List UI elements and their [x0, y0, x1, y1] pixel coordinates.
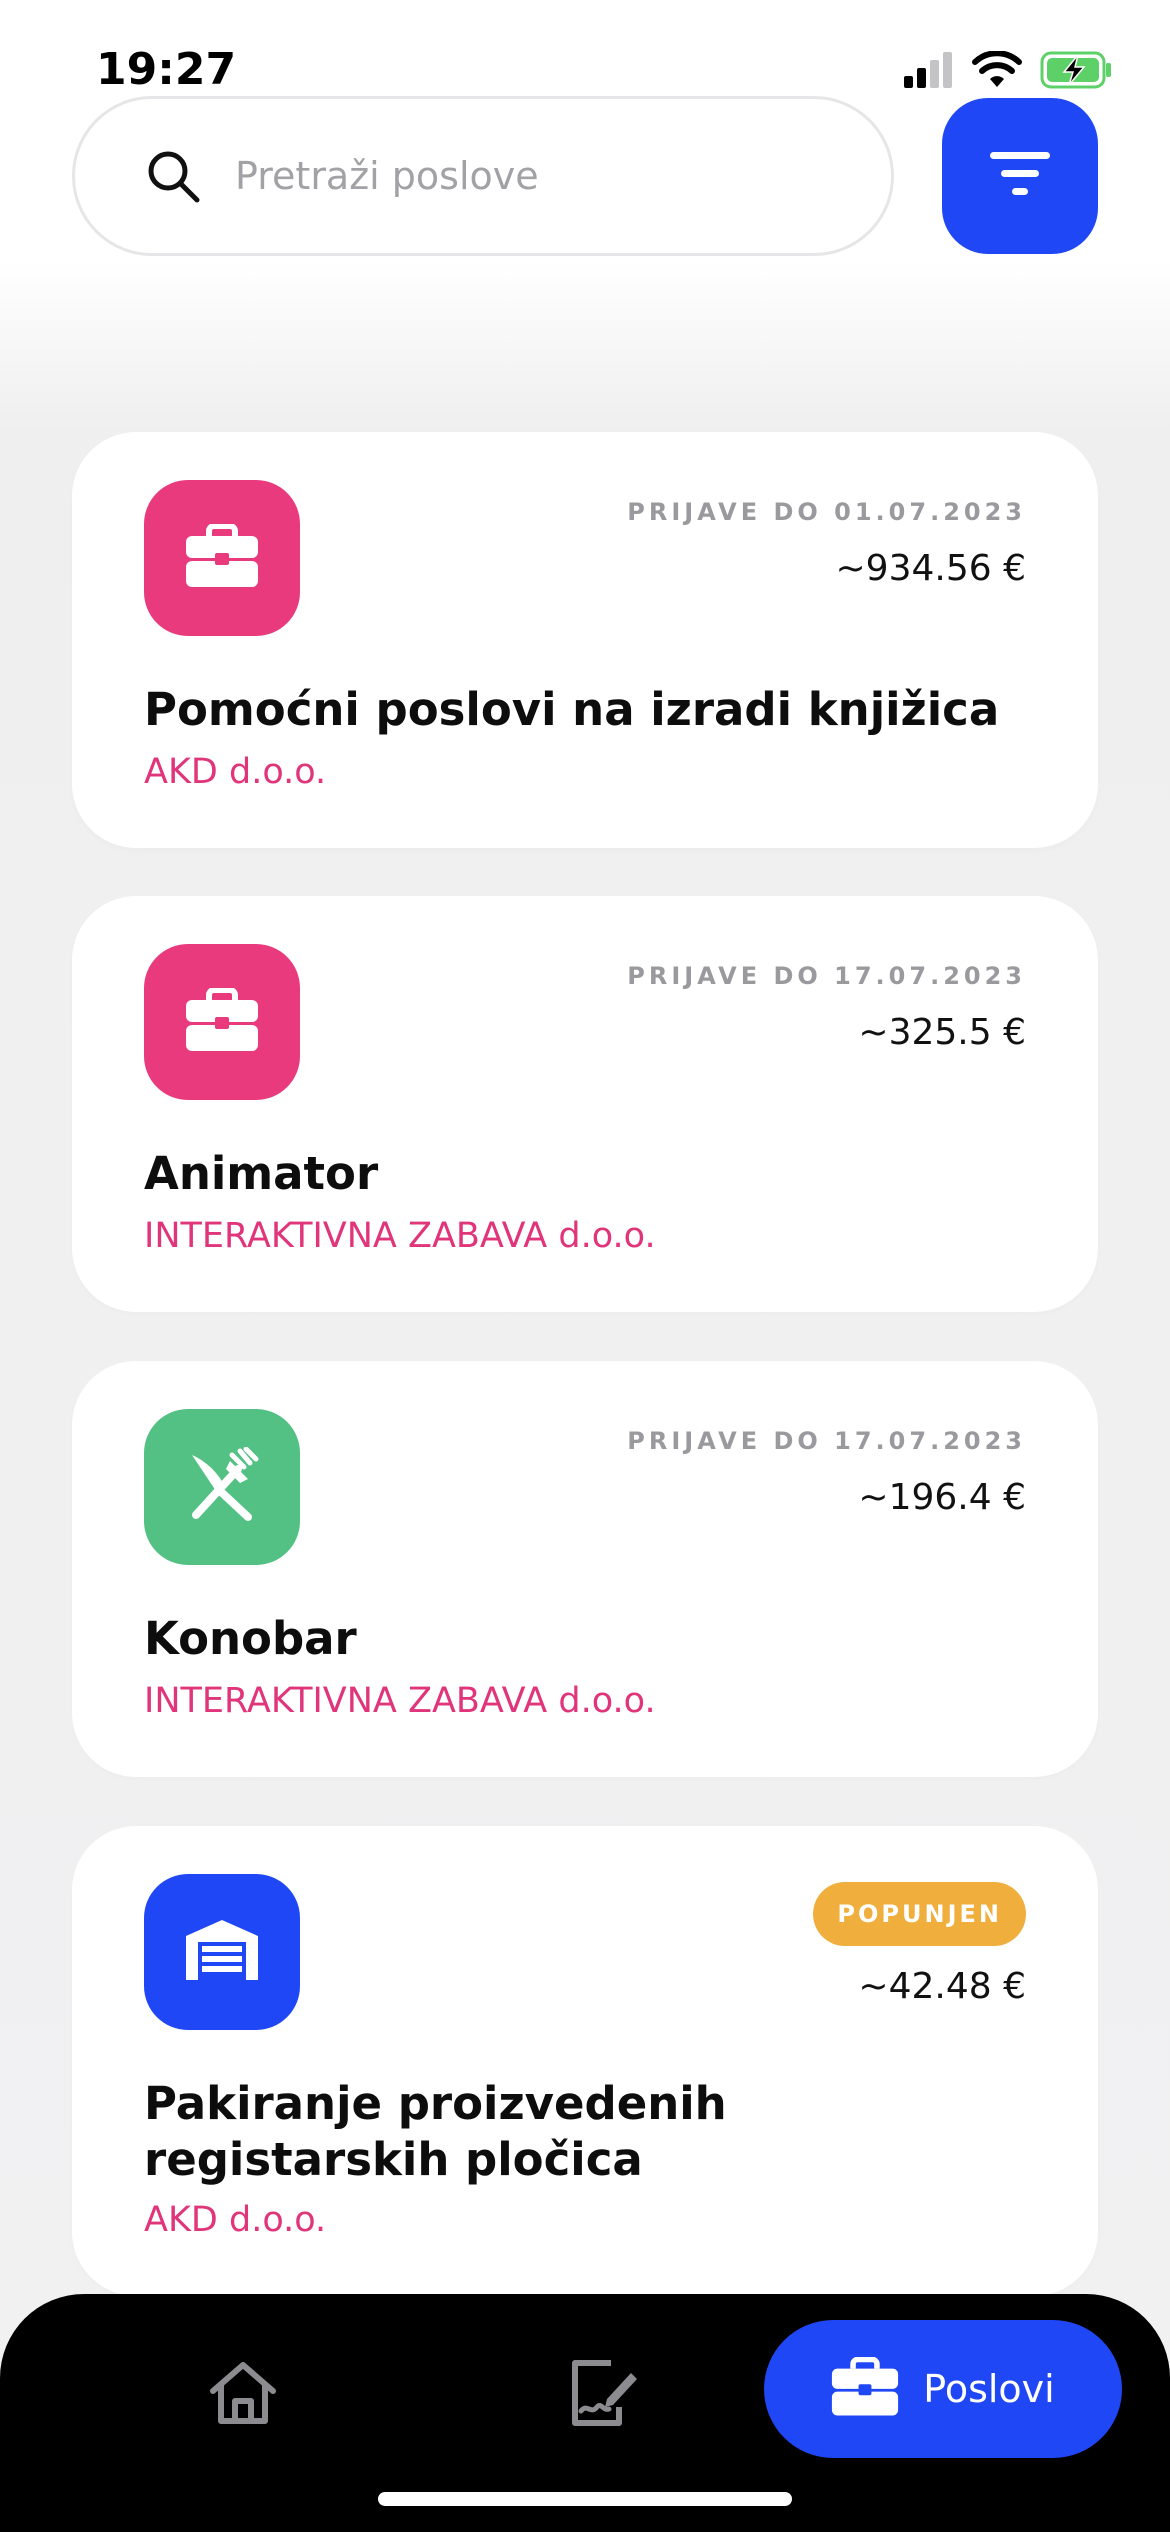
cellular-signal-icon [904, 52, 954, 92]
status-time: 19:27 [96, 44, 237, 95]
tab-bar: Poslovi [0, 2294, 1170, 2532]
job-price: ~325.5 € [858, 1012, 1026, 1053]
briefcase-icon [831, 2356, 899, 2421]
job-title: Pakiranje proizvedenih registarskih ploč… [144, 2077, 727, 2186]
application-deadline: PRIJAVE DO 01.07.2023 [627, 498, 1026, 526]
tab-documents[interactable] [560, 2352, 646, 2438]
job-icon-tile [144, 1874, 300, 2030]
job-company: AKD d.o.o. [144, 2200, 327, 2240]
job-title: Konobar [144, 1612, 357, 1665]
status-icons [904, 48, 1114, 96]
search-icon [145, 148, 201, 204]
jobs-screen: 19:27 Pretraži poslove PRIJAVE DO 01.07.… [0, 0, 1170, 2532]
job-company: AKD d.o.o. [144, 752, 327, 792]
search-input[interactable] [235, 154, 835, 198]
job-price: ~196.4 € [858, 1477, 1026, 1518]
briefcase-icon [185, 523, 259, 592]
job-card[interactable]: PRIJAVE DO 17.07.2023 ~325.5 € Animator … [72, 896, 1098, 1312]
job-icon-tile [144, 480, 300, 636]
search-bar[interactable] [72, 96, 894, 256]
tab-home[interactable] [200, 2352, 286, 2438]
document-sign-icon [567, 2359, 639, 2431]
application-deadline: PRIJAVE DO 17.07.2023 [627, 962, 1026, 990]
filter-button[interactable] [942, 98, 1098, 254]
application-deadline: PRIJAVE DO 17.07.2023 [627, 1427, 1026, 1455]
status-badge: POPUNJEN [813, 1882, 1026, 1946]
status-bar: 19:27 [0, 0, 1170, 100]
battery-charging-icon [1040, 51, 1114, 93]
home-icon [207, 2359, 279, 2431]
briefcase-icon [185, 987, 259, 1056]
job-icon-tile [144, 944, 300, 1100]
job-icon-tile [144, 1409, 300, 1565]
job-company: INTERAKTIVNA ZABAVA d.o.o. [144, 1681, 656, 1721]
job-price: ~934.56 € [835, 548, 1026, 589]
job-card[interactable]: PRIJAVE DO 17.07.2023 ~196.4 € Konobar I… [72, 1361, 1098, 1777]
filter-icon [988, 148, 1052, 204]
job-title: Pomoćni poslovi na izradi knjižica [144, 683, 1000, 736]
job-price: ~42.48 € [858, 1966, 1026, 2007]
tab-jobs-label: Poslovi [923, 2367, 1055, 2411]
job-card[interactable]: POPUNJEN ~42.48 € Pakiranje proizvedenih… [72, 1826, 1098, 2296]
fork-knife-icon [184, 1446, 260, 1527]
warehouse-icon [184, 1918, 260, 1986]
wifi-icon [972, 50, 1022, 93]
job-company: INTERAKTIVNA ZABAVA d.o.o. [144, 1216, 656, 1256]
tab-jobs[interactable]: Poslovi [764, 2320, 1122, 2458]
job-title: Animator [144, 1147, 379, 1200]
job-card[interactable]: PRIJAVE DO 01.07.2023 ~934.56 € Pomoćni … [72, 432, 1098, 848]
home-indicator [378, 2492, 792, 2506]
